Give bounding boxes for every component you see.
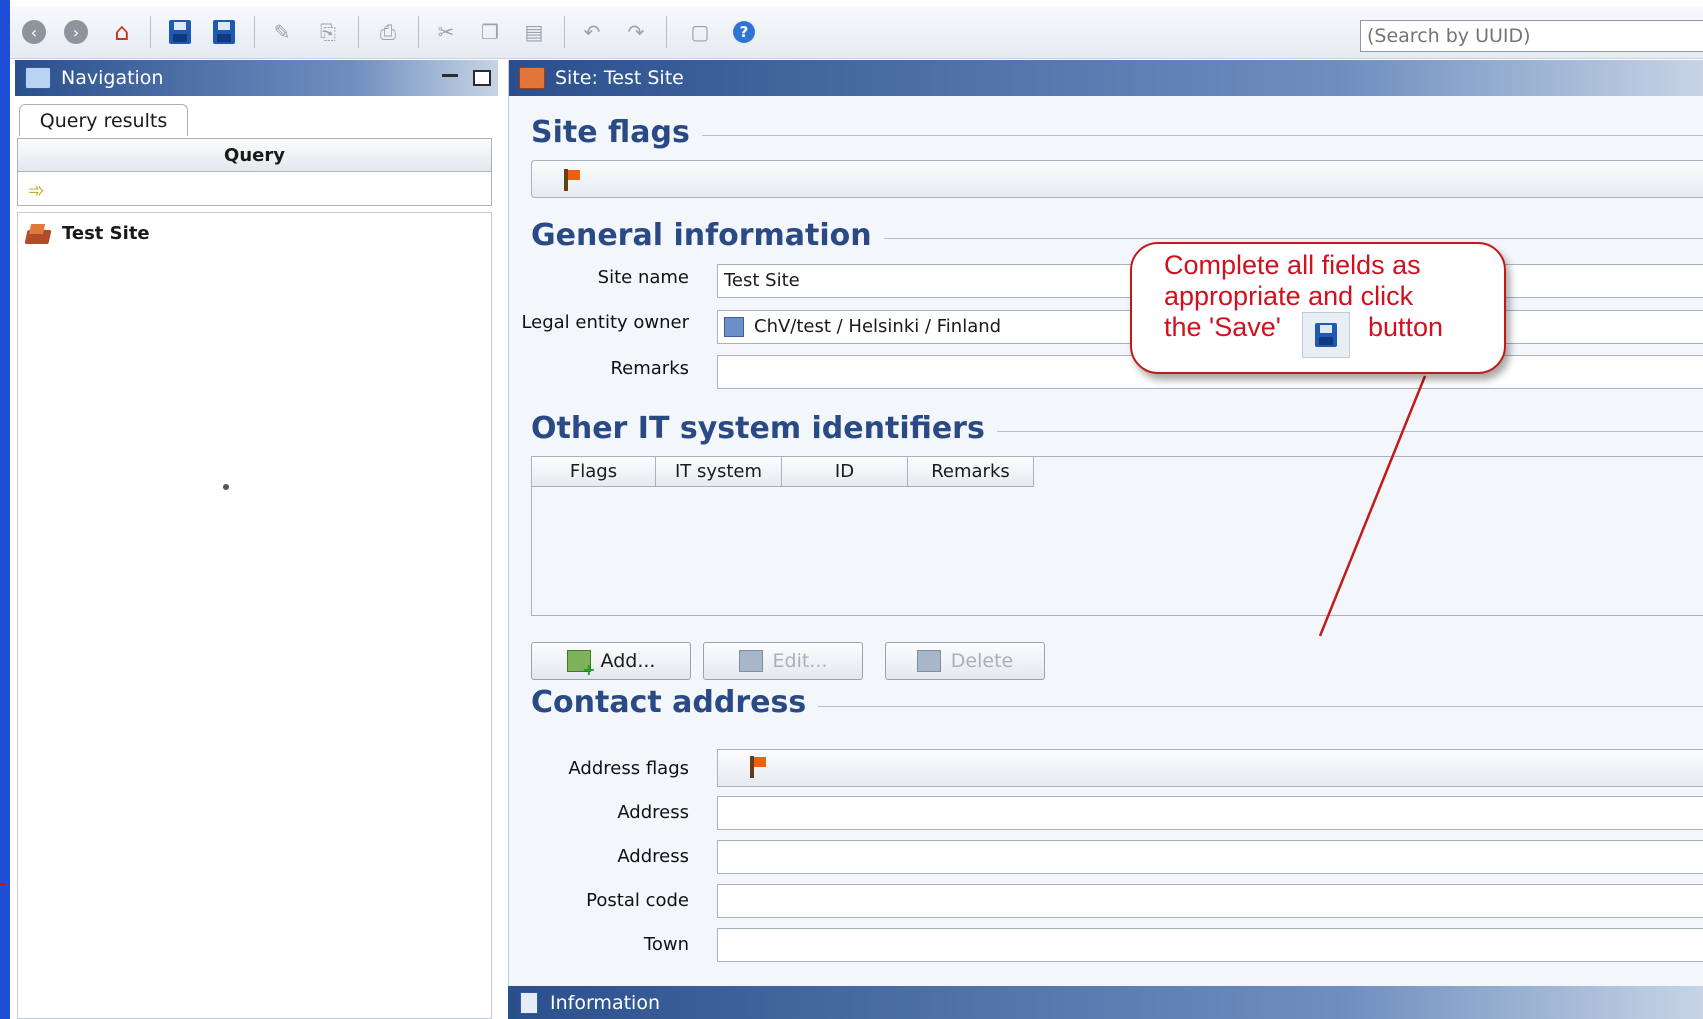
callout-text-button: button <box>1368 312 1444 342</box>
callout-pointer <box>1318 375 1427 637</box>
callout-line-2: appropriate and click <box>1164 281 1414 311</box>
callout-line-1: Complete all fields as <box>1164 250 1421 280</box>
save-icon <box>1302 312 1350 358</box>
callout-pointer-line <box>1318 375 1427 637</box>
annotation-callout: Complete all fields as appropriate and c… <box>1130 242 1506 374</box>
callout-text-save: the 'Save' <box>1164 312 1281 342</box>
